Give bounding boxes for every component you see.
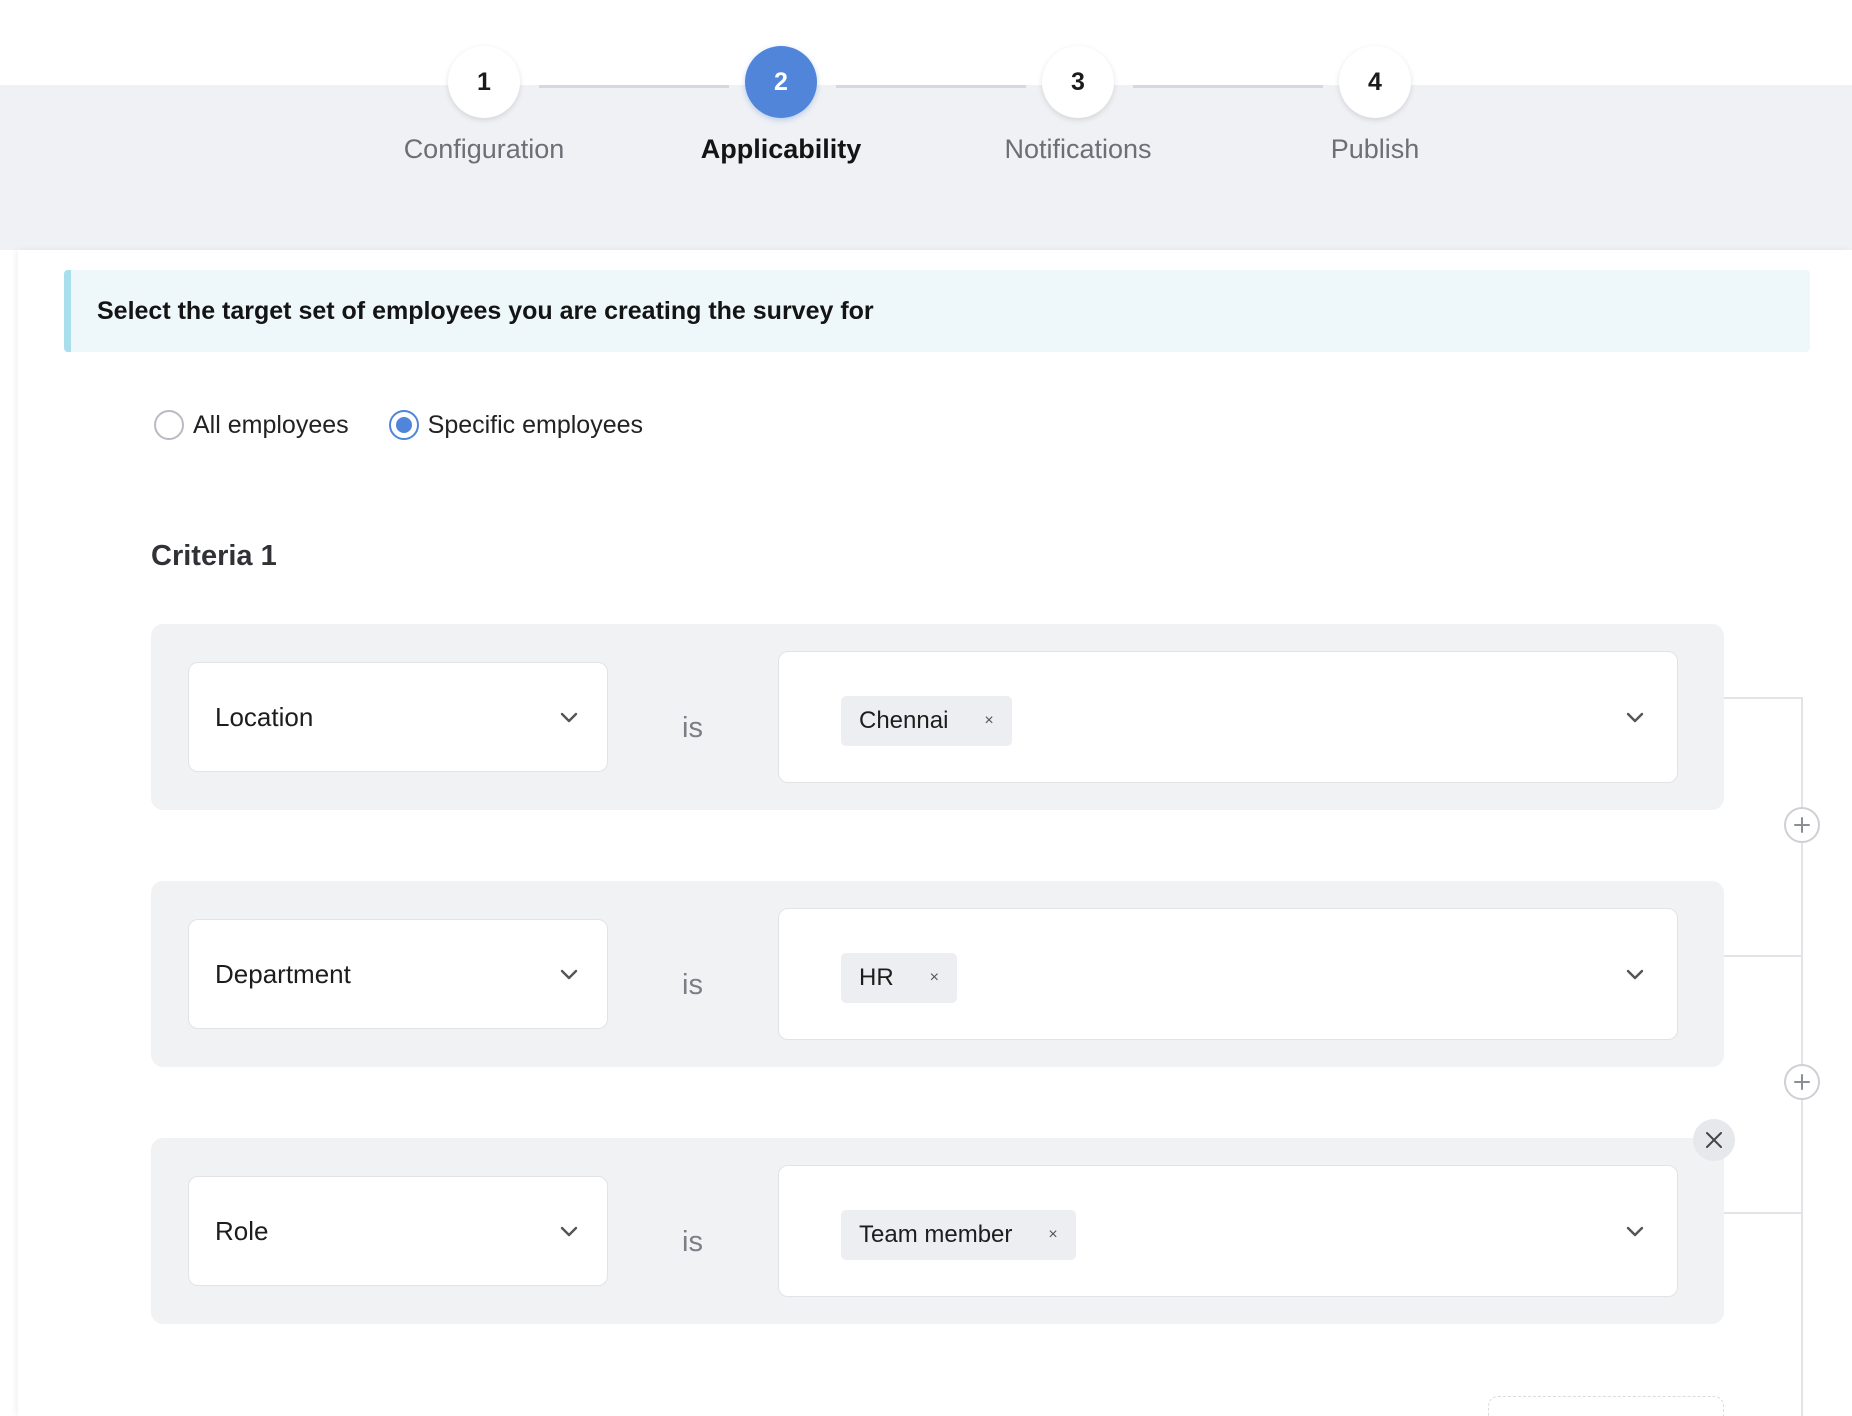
criteria-connector [1724,1212,1802,1214]
radio-specific-employees[interactable]: Specific employees [388,410,644,440]
chip-label: Chennai [859,707,949,734]
step-publish[interactable]: 4 Publish [1250,46,1500,165]
plus-icon [1794,1074,1810,1090]
step-label: Applicability [700,134,862,164]
radio-label: Specific employees [427,410,644,439]
radio-circle[interactable] [388,410,419,440]
criteria-row-role: Role is Team member × [151,1138,1724,1324]
step-number: 2 [745,46,817,118]
field-select[interactable]: Role [188,1176,608,1286]
criteria-connector [1724,697,1802,699]
chevron-down-icon [560,712,578,723]
info-banner: Select the target set of employees you a… [64,270,1810,352]
chip-remove-icon[interactable]: × [984,712,993,730]
field-select-value: Location [215,701,314,732]
field-select-value: Role [215,1215,269,1246]
add-condition-button[interactable] [1784,1064,1820,1100]
criteria-connector [1801,697,1803,1416]
value-chip: HR × [841,953,958,1003]
chip-label: HR [859,964,894,991]
chevron-down-icon [560,969,578,980]
chevron-down-icon [560,1226,578,1237]
chip-remove-icon[interactable]: × [1048,1226,1057,1244]
radio-label: All employees [193,410,349,439]
step-label: Configuration [403,134,565,164]
radio-circle[interactable] [154,410,184,440]
criteria-title: Criteria 1 [151,540,277,572]
step-applicability[interactable]: 2 Applicability [656,46,906,165]
field-select[interactable]: Department [188,919,608,1029]
step-label: Publish [1330,134,1420,164]
step-number: 4 [1339,46,1411,118]
chip-label: Team member [859,1221,1013,1248]
step-label: Notifications [1004,134,1152,164]
value-select[interactable]: Chennai × [778,651,1678,783]
radio-all-employees[interactable]: All employees [154,410,349,440]
criteria-connector [1724,955,1802,957]
step-notifications[interactable]: 3 Notifications [953,46,1203,165]
chip-remove-icon[interactable]: × [930,969,939,987]
add-criteria-button[interactable] [1488,1396,1724,1416]
remove-condition-button[interactable] [1693,1119,1735,1161]
value-select[interactable]: HR × [778,908,1678,1040]
field-select-value: Department [215,958,351,989]
criteria-row-department: Department is HR × [151,881,1724,1067]
progress-stepper: 1 Configuration 2 Applicability 3 Notifi… [0,0,1852,250]
plus-icon [1794,817,1810,833]
field-select[interactable]: Location [188,662,608,772]
close-icon [1706,1132,1722,1148]
chevron-down-icon [1626,969,1644,980]
step-configuration[interactable]: 1 Configuration [359,46,609,165]
operator-text: is [682,712,703,744]
value-chip: Chennai × [841,696,1012,746]
target-radio-group: All employees Specific employees [154,410,683,440]
value-chip: Team member × [841,1210,1076,1260]
add-condition-button[interactable] [1784,807,1820,843]
step-number: 3 [1042,46,1114,118]
chevron-down-icon [1626,712,1644,723]
operator-text: is [682,1226,703,1258]
value-select[interactable]: Team member × [778,1165,1678,1297]
chevron-down-icon [1626,1226,1644,1237]
step-number: 1 [448,46,520,118]
criteria-row-location: Location is Chennai × [151,624,1724,810]
operator-text: is [682,969,703,1001]
